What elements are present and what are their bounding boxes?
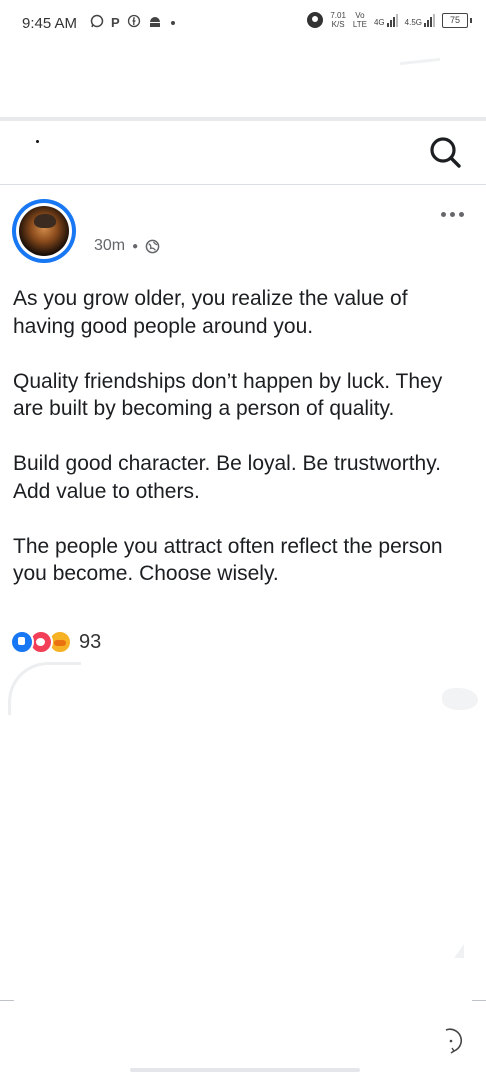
signal-bars-icon — [386, 13, 398, 27]
app-bar — [0, 121, 486, 185]
post-meta: 30m ● — [94, 237, 160, 255]
avatar[interactable] — [12, 199, 76, 263]
separator-dot: ● — [132, 240, 139, 252]
facebook-icon — [127, 14, 141, 31]
signal-bars-icon — [424, 13, 435, 27]
post-paragraph: Quality friendships don’t happen by luck… — [13, 369, 443, 421]
clock: 9:45 AM — [22, 15, 78, 32]
post-paragraph: As you grow older, you realize the value… — [13, 287, 408, 338]
notification-icons: P — [90, 14, 177, 31]
post-text: As you grow older, you realize the value… — [13, 285, 473, 615]
network-1-label: 4G — [373, 18, 385, 27]
signal-2: 4.5G — [405, 13, 435, 27]
reaction-count: 93 — [79, 630, 102, 653]
profile-photo — [19, 206, 69, 256]
avatar-ring — [16, 203, 72, 259]
refresh-icon[interactable] — [438, 1024, 470, 1056]
alarm-icon — [307, 12, 324, 28]
volte-indicator: Vo LTE — [353, 11, 367, 29]
decorative-arc — [8, 662, 81, 715]
decorative-shape — [442, 688, 478, 710]
status-bar: 9:45 AM P 7.01 K/S Vo LTE 4G 4.5G 75 — [0, 0, 486, 48]
search-button[interactable] — [424, 131, 466, 173]
divider — [472, 1000, 486, 1001]
app-bar-divider — [0, 184, 486, 185]
android-icon — [148, 14, 162, 31]
whatsapp-icon — [90, 14, 104, 31]
net-speed: 7.01 K/S — [330, 11, 346, 29]
post-paragraph: Build good character. Be loyal. Be trust… — [13, 452, 441, 503]
search-icon — [430, 137, 461, 168]
dot-icon — [169, 15, 177, 30]
net-speed-unit: K/S — [331, 20, 345, 29]
network-2-label: 4.5G — [404, 18, 422, 27]
more-options-icon[interactable] — [441, 212, 464, 217]
home-indicator[interactable] — [130, 1068, 360, 1072]
post-time[interactable]: 30m — [94, 237, 125, 255]
volte-top: Vo — [355, 11, 365, 20]
header-spacer — [0, 48, 486, 118]
pinterest-icon: P — [111, 15, 120, 30]
like-icon — [10, 630, 34, 654]
globe-icon — [145, 239, 160, 253]
net-speed-value: 7.01 — [330, 11, 346, 20]
reaction-summary[interactable]: 93 — [10, 630, 101, 654]
volte-bottom: LTE — [352, 20, 367, 29]
divider — [0, 1000, 14, 1001]
back-button[interactable] — [36, 140, 39, 143]
signal-1: 4G — [374, 13, 398, 27]
decorative-triangle — [454, 944, 464, 958]
post-paragraph: The people you attract often reflect the… — [13, 534, 443, 586]
battery-icon: 75 — [442, 12, 472, 28]
